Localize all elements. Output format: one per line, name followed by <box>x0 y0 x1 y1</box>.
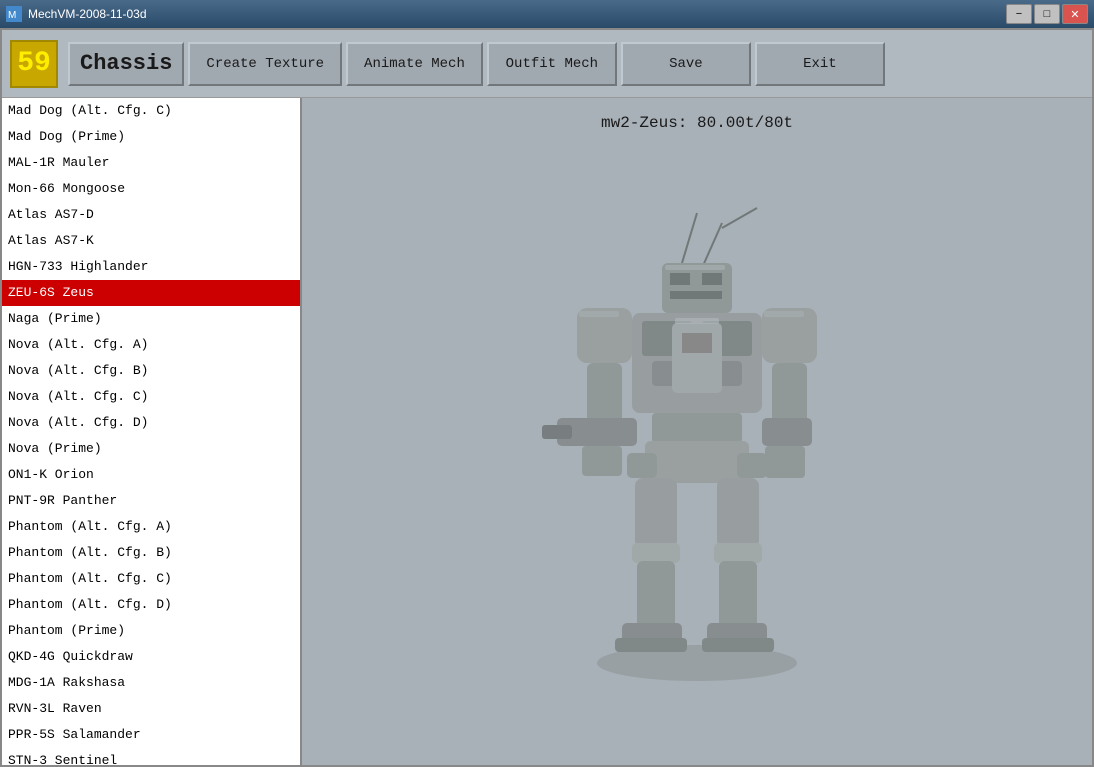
list-item[interactable]: Phantom (Alt. Cfg. C) <box>2 566 300 592</box>
close-button[interactable]: ✕ <box>1062 4 1088 24</box>
list-item[interactable]: STN-3 Sentinel <box>2 748 300 765</box>
list-item[interactable]: ON1-K Orion <box>2 462 300 488</box>
list-item[interactable]: Phantom (Alt. Cfg. D) <box>2 592 300 618</box>
list-item[interactable]: MAL-1R Mauler <box>2 150 300 176</box>
save-button[interactable]: Save <box>621 42 751 86</box>
window-controls: − □ ✕ <box>1006 4 1088 24</box>
mech-list-scroll[interactable]: Mad Dog (Alt. Cfg. C)Mad Dog (Prime)MAL-… <box>2 98 300 765</box>
list-item[interactable]: HGN-733 Highlander <box>2 254 300 280</box>
list-item[interactable]: ZEU-6S Zeus <box>2 280 300 306</box>
list-item[interactable]: Atlas AS7-K <box>2 228 300 254</box>
mech-model <box>487 203 907 703</box>
outfit-mech-button[interactable]: Outfit Mech <box>487 42 617 86</box>
list-item[interactable]: MDG-1A Rakshasa <box>2 670 300 696</box>
maximize-button[interactable]: □ <box>1034 4 1060 24</box>
main-window: 59 Chassis Create Texture Animate Mech O… <box>0 28 1094 767</box>
list-item[interactable]: Mad Dog (Alt. Cfg. C) <box>2 98 300 124</box>
list-item[interactable]: Nova (Alt. Cfg. D) <box>2 410 300 436</box>
model-viewport <box>302 140 1092 765</box>
content-area: Mad Dog (Alt. Cfg. C)Mad Dog (Prime)MAL-… <box>2 98 1092 765</box>
list-item[interactable]: Nova (Alt. Cfg. B) <box>2 358 300 384</box>
list-item[interactable]: PPR-5S Salamander <box>2 722 300 748</box>
title-bar: M MechVM-2008-11-03d − □ ✕ <box>0 0 1094 28</box>
minimize-button[interactable]: − <box>1006 4 1032 24</box>
toolbar: 59 Chassis Create Texture Animate Mech O… <box>2 30 1092 98</box>
list-item[interactable]: Phantom (Alt. Cfg. A) <box>2 514 300 540</box>
list-item[interactable]: Nova (Alt. Cfg. C) <box>2 384 300 410</box>
create-texture-button[interactable]: Create Texture <box>188 42 342 86</box>
window-title: MechVM-2008-11-03d <box>28 7 1006 21</box>
list-item[interactable]: Nova (Alt. Cfg. A) <box>2 332 300 358</box>
list-item[interactable]: Phantom (Prime) <box>2 618 300 644</box>
list-item[interactable]: Naga (Prime) <box>2 306 300 332</box>
model-info-label: mw2-Zeus: 80.00t/80t <box>601 114 793 132</box>
chassis-label: Chassis <box>68 42 184 86</box>
list-item[interactable]: Nova (Prime) <box>2 436 300 462</box>
list-item[interactable]: Mon-66 Mongoose <box>2 176 300 202</box>
app-icon: M <box>6 6 22 22</box>
list-item[interactable]: RVN-3L Raven <box>2 696 300 722</box>
list-item[interactable]: Mad Dog (Prime) <box>2 124 300 150</box>
animate-mech-button[interactable]: Animate Mech <box>346 42 483 86</box>
mech-list-panel: Mad Dog (Alt. Cfg. C)Mad Dog (Prime)MAL-… <box>2 98 302 765</box>
badge-number: 59 <box>10 40 58 88</box>
list-item[interactable]: PNT-9R Panther <box>2 488 300 514</box>
list-item[interactable]: Atlas AS7-D <box>2 202 300 228</box>
list-item[interactable]: QKD-4G Quickdraw <box>2 644 300 670</box>
svg-text:M: M <box>8 10 16 21</box>
view-panel: mw2-Zeus: 80.00t/80t <box>302 98 1092 765</box>
list-item[interactable]: Phantom (Alt. Cfg. B) <box>2 540 300 566</box>
exit-button[interactable]: Exit <box>755 42 885 86</box>
